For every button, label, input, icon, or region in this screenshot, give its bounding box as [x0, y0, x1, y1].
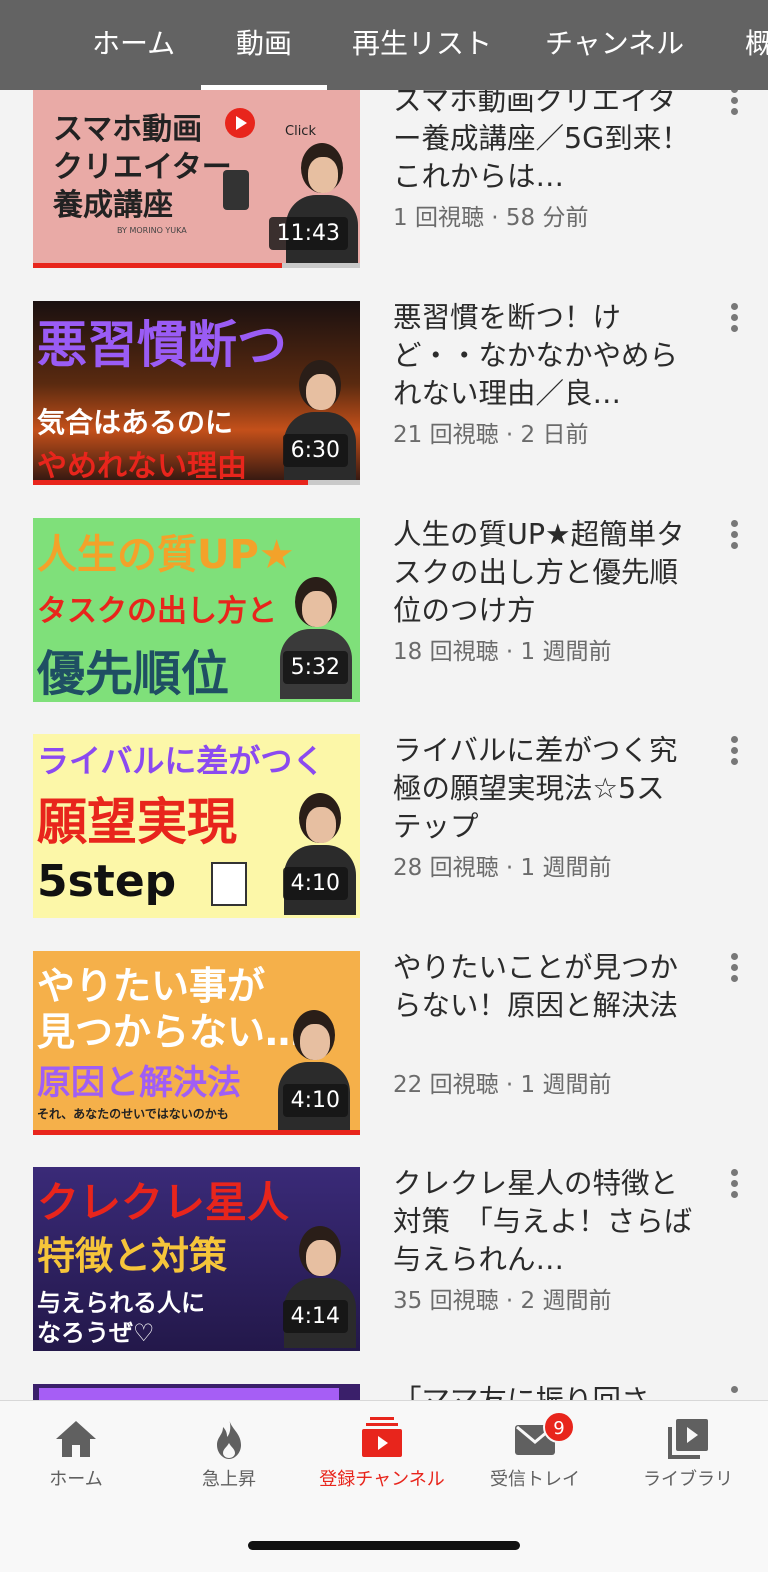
video-title[interactable]: クレクレ星人の特徴と対策 「与えよ！さらば与えられん… — [393, 1165, 693, 1279]
nav-label-inbox: 受信トレイ — [490, 1469, 580, 1490]
tab-home[interactable]: ホーム — [92, 0, 175, 90]
subscriptions-icon — [362, 1417, 402, 1457]
thumbnail-subtext: それ、あなたのせいではないのかも — [37, 1107, 229, 1121]
video-meta: 18 回視聴 · 1 週間前 — [393, 639, 612, 665]
video-thumbnail[interactable]: やりたい事が 見つからない… 原因と解決法 それ、あなたのせいではないのかも 4… — [33, 951, 360, 1135]
video-meta: 1 回視聴 · 58 分前 — [393, 205, 589, 231]
thumbnail-text: 悪習慣断つ — [37, 316, 287, 374]
video-item[interactable]: クレクレ星人 特徴と対策 与えられる人に なろうぜ♡ 4:14 クレクレ星人の特… — [0, 1167, 768, 1353]
thumbnail-click-text: Click — [285, 124, 316, 139]
video-title[interactable]: スマホ動画クリエイター養成講座／5G到来！これからは… — [393, 82, 693, 196]
nav-subscriptions[interactable]: 登録チャンネル — [312, 1415, 452, 1495]
video-meta: 35 回視聴 · 2 週間前 — [393, 1288, 612, 1314]
library-icon — [668, 1419, 708, 1459]
tab-about[interactable]: 概 — [745, 0, 768, 90]
active-tab-indicator — [201, 85, 327, 90]
video-title[interactable]: やりたいことが見つからない！原因と解決法 — [393, 949, 693, 1025]
thumbnail-text: 5step — [37, 856, 177, 907]
video-duration: 4:10 — [282, 867, 348, 900]
nav-trending[interactable]: 急上昇 — [159, 1415, 299, 1495]
video-duration: 6:30 — [282, 434, 348, 467]
nav-label-home: ホーム — [49, 1469, 103, 1490]
video-title[interactable]: ライバルに差がつく究極の願望実現法☆5ステップ — [393, 732, 693, 846]
thumbnail-text: ライバルに差がつく — [37, 742, 325, 780]
thumbnail-text: 願望実現 — [37, 793, 237, 851]
more-options-icon[interactable] — [724, 734, 744, 768]
video-item[interactable]: やりたい事が 見つからない… 原因と解決法 それ、あなたのせいではないのかも 4… — [0, 951, 768, 1137]
notification-badge: 9 — [543, 1411, 575, 1443]
play-icon — [225, 108, 255, 138]
tab-playlists[interactable]: 再生リスト — [352, 0, 492, 90]
video-meta: 22 回視聴 · 1 週間前 — [393, 1072, 612, 1098]
nav-inbox[interactable]: 9 受信トレイ — [465, 1411, 605, 1495]
more-options-icon[interactable] — [724, 518, 744, 552]
bottom-navigation: ホーム 急上昇 登録チャンネル 9 受信トレイ ライブラリ — [0, 1400, 768, 1572]
video-thumbnail[interactable]: 悪習慣断つ 気合はあるのに やめれない理由 6:30 — [33, 301, 360, 485]
video-duration: 4:14 — [282, 1300, 348, 1333]
tab-videos[interactable]: 動画 — [236, 0, 292, 90]
video-title[interactable]: 人生の質UP★超簡単タスクの出し方と優先順位のつけ方 — [393, 516, 693, 630]
video-title[interactable]: 「ママ友に振り回さ — [393, 1382, 693, 1402]
thumbnail-text: 人生の質UP★ — [37, 532, 295, 578]
video-duration: 11:43 — [268, 217, 348, 250]
more-options-icon[interactable] — [724, 1167, 744, 1201]
thumbnail-text: 養成講座 — [53, 188, 173, 223]
video-thumbnail[interactable]: クレクレ星人 特徴と対策 与えられる人に なろうぜ♡ 4:14 — [33, 1167, 360, 1351]
video-title[interactable]: 悪習慣を断つ！けど・・なかなかやめられない理由／良… — [393, 299, 693, 413]
video-item[interactable]: 人生の質UP★ タスクの出し方と 優先順位 5:32 人生の質UP★超簡単タスク… — [0, 518, 768, 704]
home-icon — [56, 1421, 96, 1457]
video-thumbnail[interactable]: スマホ動画 クリエイター 養成講座 BY MORINO YUKA Click 1… — [33, 84, 360, 268]
thumbnail-text: 気合はあるのに — [37, 406, 234, 439]
video-meta: 28 回視聴 · 1 週間前 — [393, 855, 612, 881]
thumbnail-text: 特徴と対策 — [37, 1234, 228, 1278]
more-options-icon[interactable] — [724, 951, 744, 985]
checklist-icon — [211, 862, 247, 906]
video-item[interactable]: 悪習慣断つ 気合はあるのに やめれない理由 6:30 悪習慣を断つ！けど・・なか… — [0, 301, 768, 487]
thumbnail-text: 見つからない… — [37, 1010, 304, 1054]
tab-channels[interactable]: チャンネル — [545, 0, 684, 90]
video-meta: 21 回視聴 · 2 日前 — [393, 422, 589, 448]
thumbnail-text: 優先順位 — [37, 646, 230, 702]
home-indicator[interactable] — [248, 1541, 520, 1550]
thumbnail-text: なろうぜ♡ — [37, 1319, 155, 1347]
video-thumbnail[interactable]: ライバルに差がつく 願望実現 5step 4:10 — [33, 734, 360, 918]
watch-progress-bar — [33, 263, 282, 268]
video-item[interactable]: ライバルに差がつく 願望実現 5step 4:10 ライバルに差がつく究極の願望… — [0, 734, 768, 920]
thumbnail-text: タスクの出し方と — [37, 594, 277, 629]
thumbnail-text: やめれない理由 — [37, 449, 247, 484]
video-thumbnail[interactable]: 人生の質UP★ タスクの出し方と 優先順位 5:32 — [33, 518, 360, 702]
video-item[interactable]: スマホ動画 クリエイター 養成講座 BY MORINO YUKA Click 1… — [0, 84, 768, 270]
phone-icon — [223, 170, 249, 210]
channel-tab-bar: ホーム 動画 再生リスト チャンネル 概 — [0, 0, 768, 90]
nav-label-subscriptions: 登録チャンネル — [319, 1469, 445, 1490]
watch-progress-bar — [33, 1130, 360, 1135]
more-options-icon[interactable] — [724, 301, 744, 335]
watch-progress-bar — [33, 480, 308, 485]
nav-label-trending: 急上昇 — [202, 1469, 256, 1490]
nav-library[interactable]: ライブラリ — [618, 1415, 758, 1495]
video-duration: 5:32 — [282, 651, 348, 684]
thumbnail-text: 原因と解決法 — [37, 1063, 241, 1103]
nav-home[interactable]: ホーム — [6, 1415, 146, 1495]
video-duration: 4:10 — [282, 1084, 348, 1117]
nav-label-library: ライブラリ — [643, 1469, 733, 1490]
flame-icon — [217, 1419, 241, 1459]
thumbnail-byline: BY MORINO YUKA — [117, 226, 187, 235]
thumbnail-text: クレクレ星人 — [37, 1178, 290, 1227]
